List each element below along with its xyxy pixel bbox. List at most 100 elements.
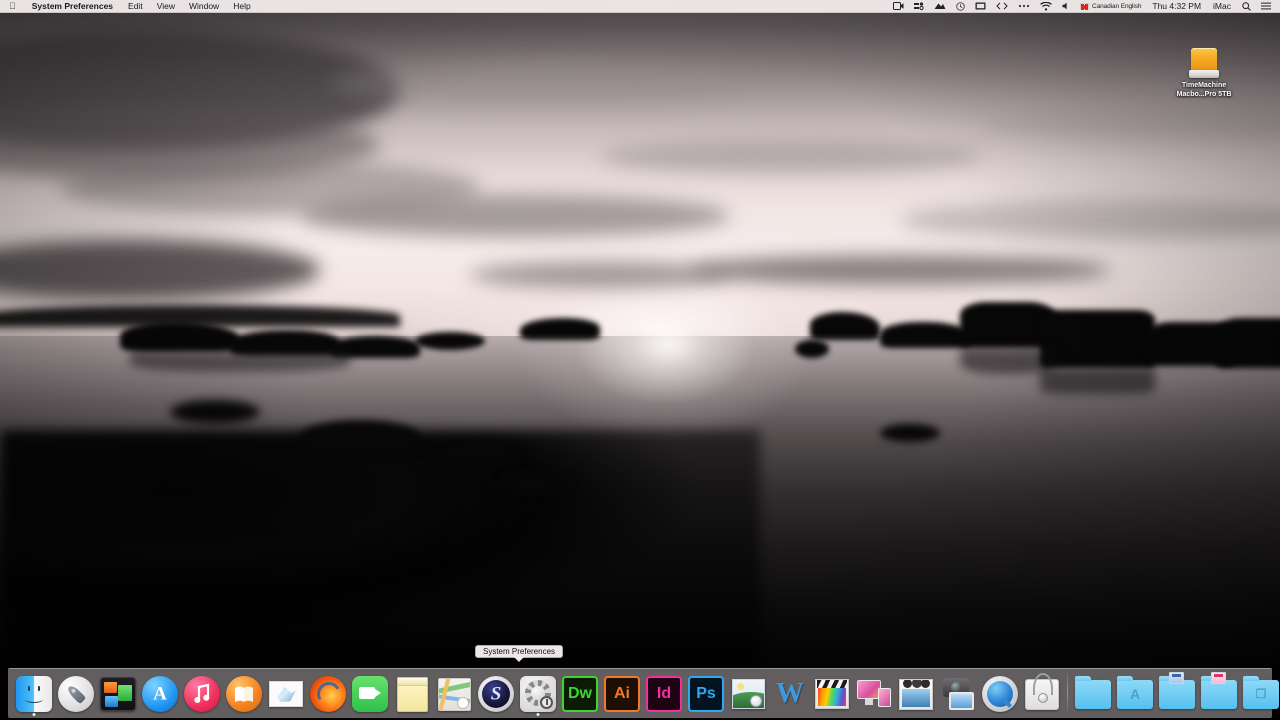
dock-item-word[interactable]: W bbox=[769, 668, 811, 716]
itunes-icon bbox=[183, 675, 221, 713]
notification-center-icon[interactable] bbox=[1256, 0, 1276, 13]
firefox-icon bbox=[309, 675, 347, 713]
external-drive-icon bbox=[1189, 48, 1219, 79]
input-source-label: Canadian English bbox=[1092, 3, 1141, 10]
app-store-icon: A bbox=[141, 675, 179, 713]
dock-item-app-store[interactable]: A bbox=[139, 668, 181, 716]
menu-bar-clock[interactable]: Thu 4:32 PM bbox=[1146, 1, 1207, 11]
finder-icon bbox=[15, 675, 53, 713]
documents-folder-icon: ❐ bbox=[1242, 675, 1280, 713]
dock-folder-generic[interactable] bbox=[1072, 668, 1114, 716]
dock-item-disk-utility[interactable] bbox=[1021, 668, 1063, 716]
notes-icon bbox=[393, 675, 431, 713]
dock-separator bbox=[1067, 672, 1068, 712]
recents-folder-icon bbox=[1200, 675, 1238, 713]
menu-item-window[interactable]: Window bbox=[182, 0, 226, 13]
tooltip-pointer bbox=[514, 657, 524, 662]
launchpad-icon bbox=[57, 675, 95, 713]
spotlight-search-icon[interactable] bbox=[1237, 0, 1256, 13]
applications-folder-icon: A bbox=[1116, 675, 1154, 713]
dock-item-quicktime[interactable] bbox=[979, 668, 1021, 716]
illustrator-glyph: Ai bbox=[604, 676, 640, 712]
facetime-icon bbox=[351, 675, 389, 713]
indesign-glyph: Id bbox=[646, 676, 682, 712]
mission-control-icon bbox=[99, 675, 137, 713]
dock-item-ibooks[interactable] bbox=[223, 668, 265, 716]
desktop-icon-timemachine[interactable]: TimeMachine Macbo...Pro 5TB bbox=[1168, 48, 1240, 99]
menu-item-view[interactable]: View bbox=[150, 0, 182, 13]
wifi-icon[interactable] bbox=[1035, 0, 1057, 13]
desktop-screen:  System Preferences Edit View Window He… bbox=[0, 0, 1280, 720]
cloud-sync-icon[interactable] bbox=[929, 0, 951, 13]
desktop-icon-label: TimeMachine Macbo...Pro 5TB bbox=[1177, 82, 1232, 99]
final-cut-pro-icon bbox=[813, 675, 851, 713]
ellipsis-icon[interactable] bbox=[1013, 0, 1035, 13]
dock-item-photos[interactable] bbox=[727, 668, 769, 716]
dock-folder-documents[interactable]: ❐ bbox=[1240, 668, 1280, 716]
photos-icon bbox=[729, 675, 767, 713]
dock-item-photoshop[interactable]: Ps bbox=[685, 668, 727, 716]
system-preferences-icon bbox=[519, 675, 557, 713]
dreamweaver-glyph: Dw bbox=[562, 676, 598, 712]
dock-item-maps[interactable] bbox=[433, 668, 475, 716]
dock-tooltip-label: System Preferences bbox=[483, 647, 555, 656]
dock-item-firefox[interactable] bbox=[307, 668, 349, 716]
word-icon: W bbox=[771, 675, 809, 713]
input-source-indicator[interactable]: Canadian English bbox=[1075, 0, 1146, 13]
dock-item-image-capture[interactable] bbox=[937, 668, 979, 716]
dock-item-final-cut-pro[interactable] bbox=[811, 668, 853, 716]
menu-bar:  System Preferences Edit View Window He… bbox=[0, 0, 1280, 13]
menu-app-name[interactable]: System Preferences bbox=[24, 0, 121, 13]
running-indicator bbox=[33, 713, 36, 716]
dock-item-skype[interactable]: S bbox=[475, 668, 517, 716]
dock-item-illustrator[interactable]: Ai bbox=[601, 668, 643, 716]
desktop-icon-label-line2: Macbo...Pro 5TB bbox=[1177, 91, 1232, 100]
app-settings-icon[interactable] bbox=[909, 0, 929, 13]
documents-folder-mark: ❐ bbox=[1243, 688, 1279, 700]
dock-item-itunes[interactable] bbox=[181, 668, 223, 716]
skype-icon: S bbox=[477, 675, 515, 713]
desktop-icon-label-line1: TimeMachine bbox=[1177, 82, 1232, 91]
ibooks-icon bbox=[225, 675, 263, 713]
running-indicator bbox=[537, 713, 540, 716]
dock-folder-recents[interactable] bbox=[1198, 668, 1240, 716]
dock: A bbox=[8, 668, 1272, 718]
fast-user-switch[interactable]: iMac bbox=[1207, 1, 1237, 11]
volume-icon[interactable] bbox=[1057, 0, 1075, 13]
dock-item-notes[interactable] bbox=[391, 668, 433, 716]
dreamweaver-icon: Dw bbox=[561, 675, 599, 713]
dock-item-imovie[interactable] bbox=[895, 668, 937, 716]
photoshop-icon: Ps bbox=[687, 675, 725, 713]
apple-logo-icon[interactable]:  bbox=[0, 0, 24, 13]
wallpaper-vignette bbox=[0, 0, 1280, 720]
mail-icon bbox=[267, 675, 305, 713]
dock-item-mission-control[interactable] bbox=[97, 668, 139, 716]
dock-folder-downloads[interactable] bbox=[1156, 668, 1198, 716]
time-machine-icon[interactable] bbox=[951, 0, 970, 13]
applications-folder-mark: A bbox=[1117, 687, 1153, 701]
illustrator-icon: Ai bbox=[603, 675, 641, 713]
dock-item-finder[interactable] bbox=[13, 668, 55, 716]
photoshop-glyph: Ps bbox=[688, 676, 724, 712]
menu-item-help[interactable]: Help bbox=[226, 0, 257, 13]
menu-bar-left:  System Preferences Edit View Window He… bbox=[0, 0, 258, 13]
screen-recording-icon[interactable] bbox=[888, 0, 909, 13]
downloads-folder-icon bbox=[1158, 675, 1196, 713]
dock-item-launchpad[interactable] bbox=[55, 668, 97, 716]
display-icon[interactable] bbox=[970, 0, 991, 13]
dock-item-airplay-display[interactable] bbox=[853, 668, 895, 716]
maps-icon bbox=[435, 675, 473, 713]
dock-item-system-preferences[interactable] bbox=[517, 668, 559, 716]
folder-icon bbox=[1074, 675, 1112, 713]
dock-item-facetime[interactable] bbox=[349, 668, 391, 716]
code-brackets-icon[interactable] bbox=[991, 0, 1013, 13]
indesign-icon: Id bbox=[645, 675, 683, 713]
dock-item-mail[interactable] bbox=[265, 668, 307, 716]
disk-utility-icon bbox=[1023, 675, 1061, 713]
canada-flag-icon bbox=[1080, 3, 1089, 9]
desktop-wallpaper bbox=[0, 0, 1280, 720]
menu-item-edit[interactable]: Edit bbox=[121, 0, 150, 13]
dock-item-dreamweaver[interactable]: Dw bbox=[559, 668, 601, 716]
dock-item-indesign[interactable]: Id bbox=[643, 668, 685, 716]
dock-folder-applications[interactable]: A bbox=[1114, 668, 1156, 716]
